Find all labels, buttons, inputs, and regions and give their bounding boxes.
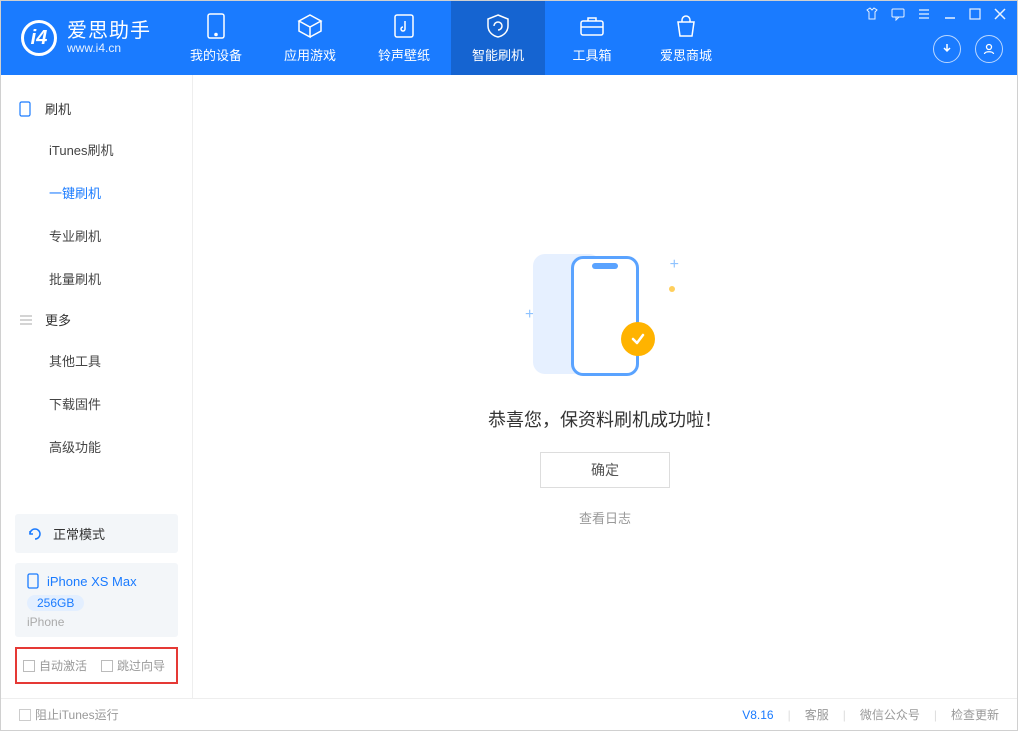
checkbox-label: 自动激活 [39,657,87,674]
maximize-icon[interactable] [969,8,981,20]
list-icon [19,314,35,326]
nav-smart-flash[interactable]: 智能刷机 [451,1,545,75]
phone-icon [571,256,639,376]
success-message: 恭喜您，保资料刷机成功啦！ [488,406,722,432]
cube-icon [297,13,323,39]
body: 刷机 iTunes刷机 一键刷机 专业刷机 批量刷机 更多 其他工具 下载固件 … [1,75,1017,698]
app-header: i4 爱思助手 www.i4.cn 我的设备 应用游戏 铃声壁纸 [1,1,1017,75]
device-info-box[interactable]: iPhone XS Max 256GB iPhone [15,563,178,637]
separator: | [843,708,846,722]
sparkle-icon: + [670,256,679,274]
sidebar-group-flash: 刷机 [1,89,192,128]
top-nav: 我的设备 应用游戏 铃声壁纸 智能刷机 工具箱 [169,1,733,75]
view-log-link[interactable]: 查看日志 [579,508,631,527]
auto-activate-checkbox[interactable]: 自动激活 [23,657,87,674]
device-name: iPhone XS Max [47,574,137,589]
block-itunes-checkbox[interactable]: 阻止iTunes运行 [19,706,119,723]
separator: | [788,708,791,722]
sidebar-item-oneclick-flash[interactable]: 一键刷机 [1,171,192,214]
sidebar-item-advanced[interactable]: 高级功能 [1,425,192,468]
bag-icon [673,13,699,39]
app-name-cn: 爱思助手 [67,20,151,42]
sidebar: 刷机 iTunes刷机 一键刷机 专业刷机 批量刷机 更多 其他工具 下载固件 … [1,75,193,698]
user-icon [982,42,996,56]
logo: i4 爱思助手 www.i4.cn [1,20,169,56]
checkbox-icon [101,660,113,672]
device-mode-box[interactable]: 正常模式 [15,514,178,553]
nav-apps-games[interactable]: 应用游戏 [263,1,357,75]
sidebar-group-title: 刷机 [45,99,71,118]
check-update-link[interactable]: 检查更新 [951,706,999,723]
checkbox-label: 阻止iTunes运行 [35,706,119,723]
checkbox-icon [19,709,31,721]
menu-icon[interactable] [917,7,931,21]
success-illustration: + + [525,246,685,386]
refresh-icon [27,526,43,542]
toolbox-icon [579,13,605,39]
download-icon [940,42,954,56]
refresh-shield-icon [485,13,511,39]
separator: | [934,708,937,722]
device-platform: iPhone [27,615,166,629]
nav-ringtones-wallpapers[interactable]: 铃声壁纸 [357,1,451,75]
device-mode-label: 正常模式 [53,524,105,543]
account-button[interactable] [975,35,1003,63]
support-link[interactable]: 客服 [805,706,829,723]
sidebar-item-batch-flash[interactable]: 批量刷机 [1,257,192,300]
ok-button[interactable]: 确定 [540,452,670,488]
header-right [933,35,1003,63]
skip-guide-checkbox[interactable]: 跳过向导 [101,657,165,674]
close-icon[interactable] [993,7,1007,21]
nav-store[interactable]: 爱思商城 [639,1,733,75]
download-manager-button[interactable] [933,35,961,63]
highlighted-options-box: 自动激活 跳过向导 [15,647,178,684]
feedback-icon[interactable] [891,7,905,21]
sidebar-item-other-tools[interactable]: 其他工具 [1,339,192,382]
minimize-icon[interactable] [943,7,957,21]
nav-label: 铃声壁纸 [378,45,430,64]
wechat-link[interactable]: 微信公众号 [860,706,920,723]
phone-icon [19,101,35,117]
sparkle-icon [669,286,675,292]
sidebar-group-title: 更多 [45,310,71,329]
sidebar-item-itunes-flash[interactable]: iTunes刷机 [1,128,192,171]
sidebar-item-pro-flash[interactable]: 专业刷机 [1,214,192,257]
sidebar-item-download-firmware[interactable]: 下载固件 [1,382,192,425]
nav-label: 智能刷机 [472,45,524,64]
version-label[interactable]: V8.16 [742,708,773,722]
nav-toolbox[interactable]: 工具箱 [545,1,639,75]
checkbox-label: 跳过向导 [117,657,165,674]
app-name-en: www.i4.cn [67,42,151,55]
tshirt-icon[interactable] [865,7,879,21]
sidebar-group-more: 更多 [1,300,192,339]
window-controls [865,7,1007,21]
footer: 阻止iTunes运行 V8.16 | 客服 | 微信公众号 | 检查更新 [1,698,1017,730]
logo-icon: i4 [21,20,57,56]
device-storage-badge: 256GB [27,595,84,611]
checkbox-icon [23,660,35,672]
nav-label: 应用游戏 [284,45,336,64]
nav-label: 工具箱 [572,45,611,64]
check-badge-icon [621,322,655,356]
logo-text: 爱思助手 www.i4.cn [67,20,151,55]
music-file-icon [391,13,417,39]
main-panel: + + 恭喜您，保资料刷机成功啦！ 确定 查看日志 [193,75,1017,698]
nav-my-device[interactable]: 我的设备 [169,1,263,75]
nav-label: 我的设备 [190,45,242,64]
phone-icon [27,573,39,589]
device-icon [203,13,229,39]
nav-label: 爱思商城 [660,45,712,64]
